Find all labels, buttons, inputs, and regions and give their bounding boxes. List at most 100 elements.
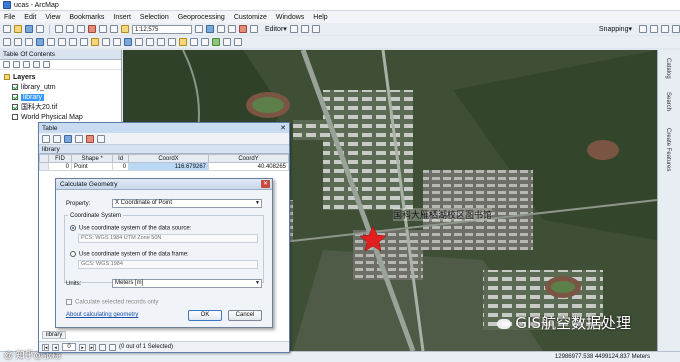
switch-selection-icon[interactable] <box>75 134 83 143</box>
fixed-zoom-out-icon[interactable] <box>58 38 66 46</box>
units-select[interactable]: Meters [m] ▼ <box>112 279 262 288</box>
select-features-icon[interactable] <box>91 38 99 46</box>
source-cs-radio[interactable] <box>70 225 76 231</box>
close-icon[interactable]: ✕ <box>261 180 270 188</box>
table-options-icon[interactable] <box>42 134 50 143</box>
find-icon[interactable] <box>135 38 143 46</box>
row-selector[interactable] <box>39 162 49 171</box>
create-features-tab[interactable]: Create Features <box>665 128 671 171</box>
delete-selected-icon[interactable] <box>97 134 105 143</box>
menu-geoprocessing[interactable]: Geoprocessing <box>178 14 225 21</box>
layer-visibility-checkbox[interactable] <box>12 104 18 110</box>
new-map-icon[interactable] <box>3 25 11 33</box>
table-bottom-tab[interactable]: library <box>42 331 67 339</box>
find-route-icon[interactable] <box>146 38 154 46</box>
end-snapping-icon[interactable] <box>650 25 658 33</box>
previous-extent-icon[interactable] <box>69 38 77 46</box>
cancel-button[interactable]: Cancel <box>228 310 262 321</box>
cut-icon[interactable] <box>55 25 63 33</box>
menu-windows[interactable]: Windows <box>276 14 304 21</box>
save-icon[interactable] <box>25 25 33 33</box>
calc-selected-option[interactable]: Calculate selected records only <box>66 299 158 306</box>
use-source-cs-option[interactable]: Use coordinate system of the data source… <box>70 225 191 232</box>
menu-insert[interactable]: Insert <box>113 14 131 21</box>
go-to-xy-icon[interactable] <box>157 38 165 46</box>
catalog-icon[interactable] <box>217 25 225 33</box>
menu-file[interactable]: File <box>4 14 15 21</box>
time-slider-icon[interactable] <box>201 38 209 46</box>
point-snapping-icon[interactable] <box>639 25 647 33</box>
related-tables-icon[interactable] <box>53 134 61 143</box>
next-record-icon[interactable]: ▸ <box>79 343 86 351</box>
select-by-attributes-icon[interactable] <box>64 134 72 143</box>
menu-edit[interactable]: Edit <box>24 14 36 21</box>
edge-snapping-icon[interactable] <box>672 25 680 33</box>
undo-icon[interactable] <box>99 25 107 33</box>
options-icon[interactable] <box>43 61 50 68</box>
search-tab[interactable]: Search <box>665 92 671 111</box>
editor-toolbar-icon[interactable] <box>195 25 203 33</box>
swipe-icon[interactable] <box>223 38 231 46</box>
column-header-id[interactable]: Id <box>112 154 129 163</box>
hyperlink-icon[interactable] <box>179 38 187 46</box>
python-icon[interactable] <box>250 25 258 33</box>
cell-id[interactable]: 0 <box>112 162 129 171</box>
table-layer-tab[interactable]: library <box>39 145 289 154</box>
edit-annotation-icon[interactable] <box>300 25 309 33</box>
show-all-records-icon[interactable] <box>99 343 106 351</box>
dialog-titlebar[interactable]: Calculate Geometry ✕ <box>56 179 272 190</box>
layers-group[interactable]: Layers <box>2 72 121 82</box>
use-frame-cs-option[interactable]: Use coordinate system of the data frame: <box>70 251 189 258</box>
list-by-visibility-icon[interactable] <box>23 61 30 68</box>
layer-visibility-checkbox[interactable] <box>12 84 18 90</box>
menu-selection[interactable]: Selection <box>140 14 169 21</box>
layer-visibility-checkbox[interactable] <box>12 94 18 100</box>
menu-customize[interactable]: Customize <box>234 14 267 21</box>
identify-icon[interactable] <box>124 38 132 46</box>
cell-shape[interactable]: Point <box>70 162 114 171</box>
fixed-zoom-in-icon[interactable] <box>47 38 55 46</box>
paste-icon[interactable] <box>77 25 85 33</box>
menu-bookmarks[interactable]: Bookmarks <box>69 14 104 21</box>
copy-icon[interactable] <box>66 25 74 33</box>
html-popup-icon[interactable] <box>190 38 198 46</box>
row-selector-header[interactable] <box>39 154 49 163</box>
column-header-shape[interactable]: Shape * <box>70 154 114 163</box>
pan-icon[interactable] <box>25 38 33 46</box>
close-icon[interactable]: ✕ <box>280 124 286 132</box>
create-viewer-window-icon[interactable] <box>212 38 220 46</box>
calc-selected-checkbox[interactable] <box>66 299 72 305</box>
open-folder-icon[interactable] <box>14 25 22 33</box>
measure-icon[interactable] <box>168 38 176 46</box>
edit-tool-icon[interactable] <box>289 25 298 33</box>
record-position-input[interactable]: 0 <box>62 343 76 351</box>
straight-segment-icon[interactable] <box>311 25 320 33</box>
full-extent-icon[interactable] <box>36 38 44 46</box>
zoom-out-icon[interactable] <box>14 38 22 46</box>
table-of-contents-icon[interactable] <box>206 25 214 33</box>
arctoolbox-icon[interactable] <box>239 25 247 33</box>
cell-fid[interactable]: 0 <box>48 162 72 171</box>
next-extent-icon[interactable] <box>80 38 88 46</box>
ok-button[interactable]: OK <box>188 310 222 321</box>
frame-cs-radio[interactable] <box>70 251 76 257</box>
show-selected-records-icon[interactable] <box>109 343 116 351</box>
redo-icon[interactable] <box>110 25 118 33</box>
column-header-coordy[interactable]: CoordY <box>208 154 289 163</box>
draw-icon[interactable] <box>234 38 242 46</box>
vertex-snapping-icon[interactable] <box>661 25 669 33</box>
property-select[interactable]: X Coordinate of Point ▼ <box>112 199 262 208</box>
layer-visibility-checkbox[interactable] <box>12 114 18 120</box>
menu-help[interactable]: Help <box>313 14 327 21</box>
catalog-tab[interactable]: Catalog <box>665 58 671 79</box>
clear-selection-icon[interactable] <box>86 134 94 143</box>
clear-selection-icon[interactable] <box>102 38 110 46</box>
cell-coordy[interactable]: 40.408265 <box>208 162 289 171</box>
map-scale-input[interactable]: 1:12,575 <box>132 24 192 34</box>
cell-coordx[interactable]: 116.679267 <box>128 162 209 171</box>
list-by-source-icon[interactable] <box>13 61 20 68</box>
first-record-icon[interactable]: |◂ <box>42 343 49 351</box>
list-by-selection-icon[interactable] <box>33 61 40 68</box>
snapping-menu[interactable]: Snapping▾ <box>599 25 632 33</box>
last-record-icon[interactable]: ▸| <box>89 343 96 351</box>
